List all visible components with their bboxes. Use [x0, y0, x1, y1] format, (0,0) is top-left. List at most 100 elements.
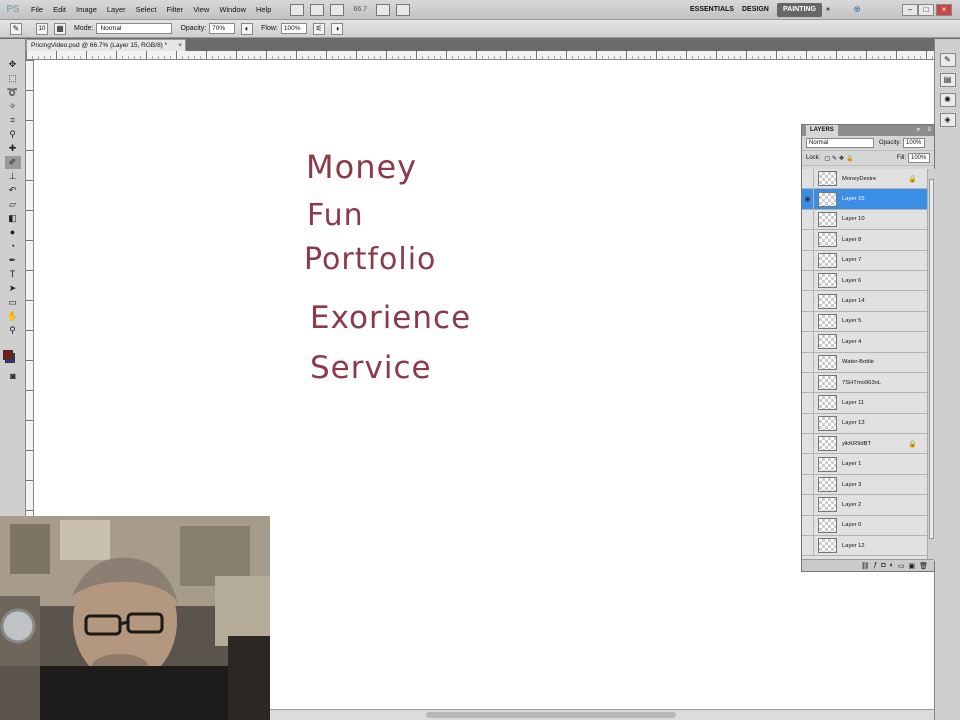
path-select-icon[interactable]: ➤	[5, 282, 21, 295]
layer-row[interactable]: Layer 3	[802, 474, 927, 496]
layer-thumbnail[interactable]	[818, 171, 837, 187]
layer-name[interactable]: MoneyDesire	[842, 176, 876, 182]
shape-icon[interactable]: ▭	[5, 296, 21, 309]
visibility-toggle[interactable]	[802, 474, 814, 495]
cs-live-icon[interactable]: ◎	[848, 3, 866, 17]
new-layer-icon[interactable]: ▣	[908, 562, 915, 570]
layer-thumbnail[interactable]	[818, 313, 837, 329]
layers-icon[interactable]: ◈	[939, 113, 956, 127]
layer-name[interactable]: Layer 5	[842, 318, 861, 324]
view-extras-icon[interactable]	[330, 3, 345, 16]
visibility-toggle[interactable]: ◉	[802, 189, 814, 209]
visibility-toggle[interactable]	[802, 495, 814, 515]
quick-select-icon[interactable]: ✧	[5, 100, 21, 113]
layer-name[interactable]: Layer 15	[842, 196, 865, 202]
layer-row[interactable]: yikKR9dBT 🔒	[802, 434, 927, 455]
layer-name[interactable]: Layer 11	[842, 400, 864, 406]
more-workspaces-icon[interactable]: »	[820, 3, 836, 17]
layer-thumbnail[interactable]	[818, 456, 837, 472]
fill-field[interactable]: 100%	[908, 153, 930, 163]
workspace-design[interactable]: DESIGN	[736, 3, 775, 17]
histogram-icon[interactable]: ▤	[939, 73, 956, 87]
layer-thumbnail[interactable]	[818, 436, 837, 452]
layer-row[interactable]: Layer 5	[802, 311, 927, 333]
panel-menu-icon[interactable]: ≡	[927, 125, 931, 136]
menu-help[interactable]: Help	[251, 5, 276, 14]
eraser-icon[interactable]: ▱	[5, 198, 21, 211]
visibility-toggle[interactable]	[802, 209, 814, 230]
layer-name[interactable]: Layer 3	[842, 482, 861, 488]
layer-name[interactable]: Layer 4	[842, 339, 861, 345]
zoom-icon[interactable]: ⚲	[5, 324, 21, 337]
menu-file[interactable]: File	[26, 5, 48, 14]
hand-icon[interactable]: ✋	[5, 310, 21, 323]
layer-name[interactable]: Layer 1	[842, 461, 861, 467]
new-group-icon[interactable]: ▭	[898, 562, 905, 570]
visibility-toggle[interactable]	[802, 434, 814, 454]
visibility-toggle[interactable]	[802, 413, 814, 434]
arrange-icon[interactable]	[376, 3, 391, 16]
document-tab[interactable]: PricingVideo.psd @ 66.7% (Layer 15, RGB/…	[26, 39, 186, 51]
visibility-toggle[interactable]	[802, 393, 814, 413]
brush-preset-icon[interactable]: ✎	[10, 22, 22, 35]
layer-name[interactable]: Layer 7	[842, 257, 861, 263]
workspace-essentials[interactable]: ESSENTIALS	[684, 3, 740, 17]
layer-row[interactable]: Layer 0	[802, 515, 927, 537]
layer-name[interactable]: Layer 13	[842, 420, 865, 426]
airbrush-icon[interactable]: ⚟	[312, 22, 325, 35]
visibility-toggle[interactable]	[802, 250, 814, 270]
flow-field[interactable]: 100%	[280, 23, 307, 34]
layer-thumbnail[interactable]	[818, 477, 837, 493]
layer-thumbnail[interactable]	[818, 252, 837, 268]
lasso-icon[interactable]: ➰	[5, 86, 21, 99]
navigator-icon[interactable]: ✺	[939, 93, 956, 107]
layers-scroll-thumb[interactable]	[929, 179, 934, 539]
marquee-icon[interactable]: ⬚	[5, 72, 21, 85]
type-icon[interactable]: T	[5, 268, 21, 281]
layer-name[interactable]: Layer 8	[842, 237, 861, 243]
menu-filter[interactable]: Filter	[162, 5, 189, 14]
layer-thumbnail[interactable]	[818, 375, 837, 391]
delete-layer-icon[interactable]: 🗑	[919, 562, 928, 570]
menu-edit[interactable]: Edit	[48, 5, 71, 14]
visibility-toggle[interactable]	[802, 352, 814, 372]
layer-row[interactable]: Layer 13	[802, 413, 927, 435]
layer-name[interactable]: Layer 0	[842, 522, 861, 528]
menu-select[interactable]: Select	[131, 5, 162, 14]
visibility-toggle[interactable]	[802, 270, 814, 291]
brush-presets-icon[interactable]: ✎	[939, 53, 956, 67]
visibility-toggle[interactable]	[802, 536, 814, 556]
visibility-toggle[interactable]	[802, 230, 814, 250]
link-layers-icon[interactable]: ⛓	[861, 562, 870, 570]
layer-row[interactable]: 7SHTmo963oL	[802, 372, 927, 394]
layer-thumbnail[interactable]	[818, 293, 837, 309]
layer-thumbnail[interactable]	[818, 497, 837, 513]
layer-thumbnail[interactable]	[818, 415, 837, 431]
visibility-toggle[interactable]	[802, 169, 814, 189]
close-icon[interactable]: ×	[936, 4, 952, 16]
layer-name[interactable]: Layer 6	[842, 278, 861, 284]
screen-mode-icon[interactable]	[396, 3, 411, 16]
layer-style-icon[interactable]: ƒ	[873, 562, 877, 569]
layer-name[interactable]: Layer 2	[842, 502, 861, 508]
zoom-level[interactable]: 66.7	[353, 6, 367, 13]
layer-mask-icon[interactable]: ◘	[881, 562, 885, 569]
layer-thumbnail[interactable]	[818, 395, 837, 411]
brush-panel-icon[interactable]: ▦	[54, 22, 66, 35]
brush-icon[interactable]: ✐	[4, 156, 21, 169]
brush-size-picker[interactable]: 10	[36, 22, 48, 35]
visibility-toggle[interactable]	[802, 311, 814, 332]
layer-row[interactable]: Water-Bottle	[802, 352, 927, 373]
lock-options-icon[interactable]: ▢✎✥🔒	[824, 155, 855, 162]
collapse-icon[interactable]: »	[917, 125, 920, 136]
pressure-size-icon[interactable]: ◑	[330, 22, 343, 35]
blend-mode-select[interactable]: Normal	[806, 138, 874, 148]
layer-row[interactable]: Layer 10	[802, 209, 927, 231]
healing-icon[interactable]: ✚	[5, 142, 21, 155]
eyedropper-icon[interactable]: ⚲	[5, 128, 21, 141]
stamp-icon[interactable]: ⊥	[5, 170, 21, 183]
layer-row[interactable]: ◉ Layer 15	[802, 189, 927, 210]
menu-window[interactable]: Window	[214, 5, 251, 14]
adjustment-layer-icon[interactable]: ◐	[890, 562, 894, 569]
menu-layer[interactable]: Layer	[102, 5, 131, 14]
